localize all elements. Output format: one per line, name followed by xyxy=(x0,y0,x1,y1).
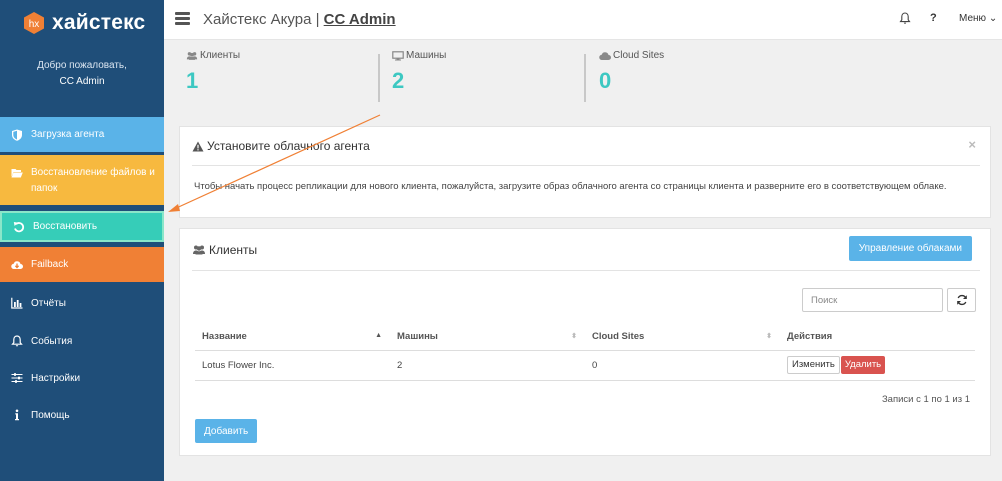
sidebar-item-agent-upload[interactable]: Загрузка агента xyxy=(0,117,164,152)
column-label: Машины xyxy=(397,330,438,342)
pagination-info: Записи с 1 по 1 из 1 xyxy=(881,394,970,405)
svg-text:hx: hx xyxy=(29,19,40,30)
users-icon xyxy=(186,51,198,60)
brand-logo[interactable]: hx хайстекс xyxy=(22,11,145,35)
column-header-machines[interactable]: Машины ⬍ xyxy=(390,323,585,351)
sort-icon: ⬍ xyxy=(571,333,577,340)
sidebar-item-label: События xyxy=(31,335,73,347)
sort-asc-icon: ▲ xyxy=(375,332,382,339)
sidebar-item-label: Настройки xyxy=(31,372,81,384)
cloud-icon xyxy=(599,51,611,60)
sidebar: hx хайстекс Добро пожаловать, CC Admin З… xyxy=(0,0,164,481)
stat-value: 1 xyxy=(186,68,199,93)
cell-machines: 2 xyxy=(390,350,585,381)
sidebar-item-label: Failback xyxy=(31,259,69,270)
sliders-icon xyxy=(10,371,24,385)
brand-name: хайстекс xyxy=(52,11,146,34)
sidebar-item-label: Загрузка агента xyxy=(31,129,105,140)
stat-machines: Машины 2 xyxy=(392,50,446,94)
users-icon xyxy=(193,245,205,254)
stat-label: Машины xyxy=(406,50,447,61)
sidebar-item-file-restore[interactable]: Восстановление файлов и папок xyxy=(0,155,164,205)
alert-header: Установите облачного агента xyxy=(192,127,980,166)
welcome-block: Добро пожаловать, CC Admin xyxy=(0,58,164,90)
sidebar-item-restore[interactable]: Восстановить xyxy=(0,211,164,242)
delete-button[interactable]: Удалить xyxy=(840,356,886,374)
stat-label: Клиенты xyxy=(200,50,241,61)
org-link[interactable]: CC Admin xyxy=(324,11,396,28)
stat-value: 2 xyxy=(392,68,405,93)
sidebar-item-label: Отчёты xyxy=(31,297,66,309)
menu-label: Меню xyxy=(959,13,987,24)
sort-icon: ⬍ xyxy=(766,333,772,340)
column-header-actions: Действия xyxy=(780,323,975,351)
table-row: Lotus Flower Inc. 2 0 Изменить Удалить xyxy=(195,350,975,381)
folder-open-icon xyxy=(10,166,24,180)
add-client-button[interactable]: Добавить xyxy=(195,419,258,443)
stat-divider xyxy=(378,54,380,102)
column-label: Название xyxy=(202,330,247,342)
stat-value: 0 xyxy=(599,68,612,93)
refresh-button[interactable] xyxy=(947,288,976,312)
hx-logo-icon: hx xyxy=(24,12,44,34)
sidebar-item-help[interactable]: Помощь xyxy=(0,397,164,433)
stat-clients: Клиенты 1 xyxy=(186,50,240,94)
search-input[interactable] xyxy=(802,288,943,312)
manage-clouds-button[interactable]: Управление облаками xyxy=(848,236,972,261)
cell-client-name: Lotus Flower Inc. xyxy=(195,350,390,381)
edit-button[interactable]: Изменить xyxy=(787,356,840,374)
clients-panel: Клиенты Управление облаками Название ▲ Ма… xyxy=(179,228,991,456)
bell-icon xyxy=(10,334,24,348)
top-header: Хайстекс Акура | CC Admin ? Меню ⌄ xyxy=(164,0,1002,40)
chevron-down-icon: ⌄ xyxy=(988,13,998,24)
column-header-cloud-sites[interactable]: Cloud Sites ⬍ xyxy=(585,323,780,351)
warning-icon xyxy=(192,141,204,151)
shield-icon xyxy=(10,128,24,142)
clients-title: Клиенты xyxy=(209,242,258,257)
clients-table: Название ▲ Машины ⬍ Cloud Sites ⬍ Действия … xyxy=(195,323,975,381)
monitor-icon xyxy=(392,50,404,60)
alert-title: Установите облачного агента xyxy=(207,139,370,153)
hamburger-menu-icon[interactable] xyxy=(175,12,190,25)
refresh-icon xyxy=(956,294,967,306)
welcome-user: CC Admin xyxy=(59,76,105,87)
notifications-bell-icon[interactable] xyxy=(899,12,911,25)
install-agent-alert: Установите облачного агента × Чтобы нача… xyxy=(179,126,991,218)
sidebar-item-label: Восстановление файлов и папок xyxy=(31,167,155,194)
column-label: Действия xyxy=(787,330,833,342)
stat-cloud-sites: Cloud Sites 0 xyxy=(599,50,664,94)
sidebar-item-label: Помощь xyxy=(31,409,70,421)
app-name: Хайстекс Акура | xyxy=(203,11,320,28)
bar-chart-icon xyxy=(10,296,24,310)
close-icon[interactable]: × xyxy=(968,137,976,152)
welcome-greeting: Добро пожаловать, xyxy=(37,60,127,71)
sidebar-item-failback[interactable]: Failback xyxy=(0,247,164,282)
help-question-icon[interactable]: ? xyxy=(930,12,937,24)
sidebar-item-label: Восстановить xyxy=(33,221,98,232)
info-icon xyxy=(10,408,24,422)
sidebar-item-reports[interactable]: Отчёты xyxy=(0,285,164,321)
column-header-name[interactable]: Название ▲ xyxy=(195,323,390,351)
undo-icon xyxy=(12,220,26,234)
sidebar-item-settings[interactable]: Настройки xyxy=(0,360,164,396)
stat-label: Cloud Sites xyxy=(613,50,665,61)
alert-text: Чтобы начать процесс репликации для ново… xyxy=(194,181,947,192)
table-header-row: Название ▲ Машины ⬍ Cloud Sites ⬍ Действия xyxy=(195,323,975,351)
column-label: Cloud Sites xyxy=(592,330,645,342)
cloud-download-icon xyxy=(10,258,24,272)
cell-actions: Изменить Удалить xyxy=(780,350,975,381)
cell-cloud-sites: 0 xyxy=(585,350,780,381)
page-title: Хайстекс Акура | CC Admin xyxy=(203,11,396,28)
sidebar-item-events[interactable]: События xyxy=(0,323,164,359)
user-menu-dropdown[interactable]: Меню ⌄ xyxy=(959,13,997,24)
stat-divider xyxy=(584,54,586,102)
